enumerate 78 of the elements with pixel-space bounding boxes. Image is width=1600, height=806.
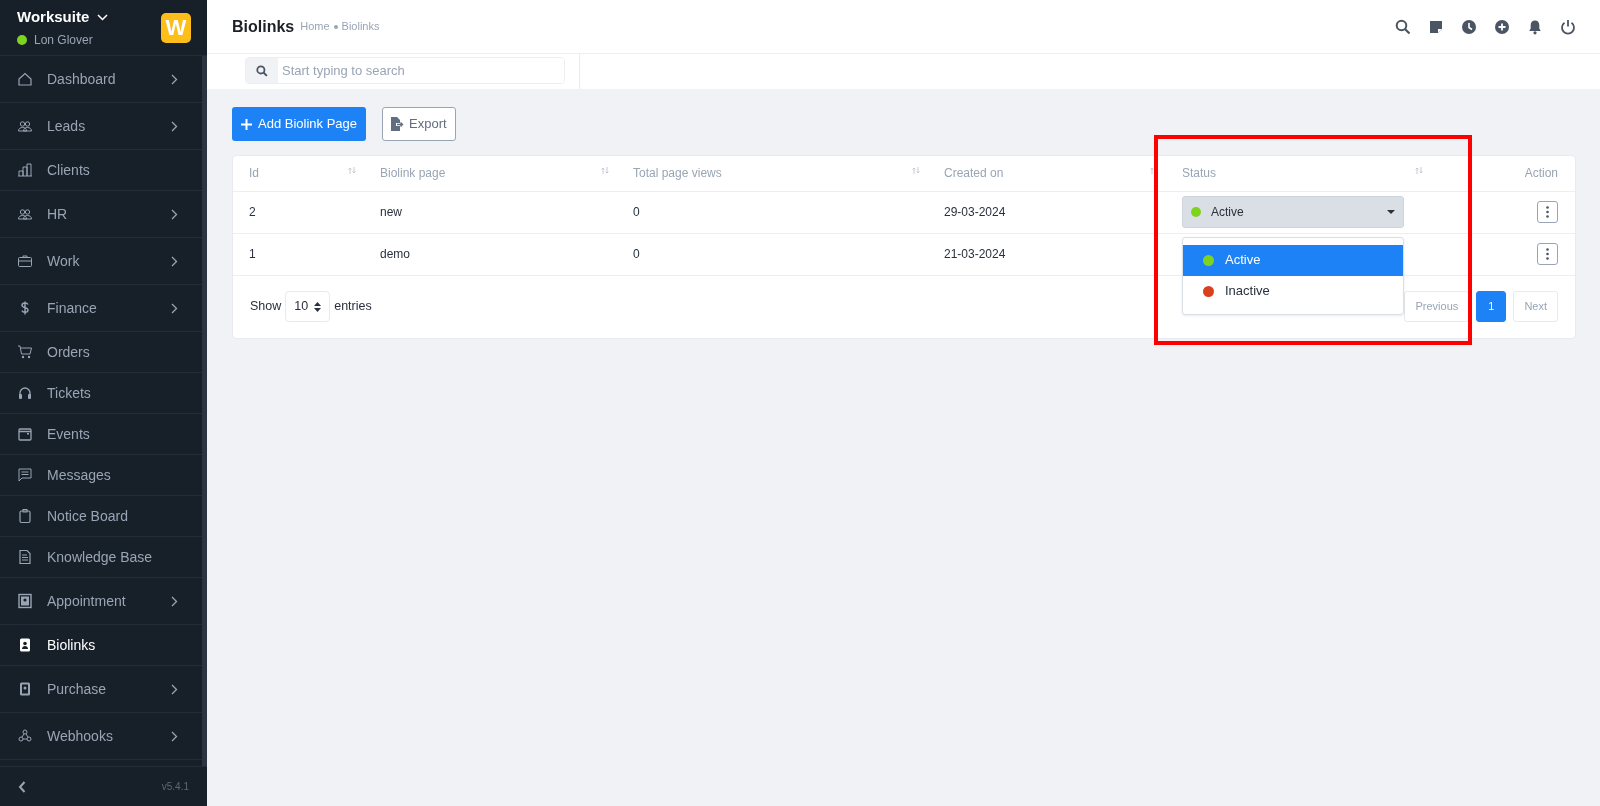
bell-icon[interactable] [1527,18,1543,35]
sidebar-item[interactable]: HR [0,191,202,238]
sidebar-item[interactable]: Leads [0,103,202,150]
sidebar-item[interactable]: Dashboard [0,56,202,103]
sidebar-item[interactable]: Tickets [0,373,202,414]
more-options-button[interactable] [1537,243,1558,265]
dropdown-item[interactable]: Inactive [1183,275,1403,307]
kebab-menu-icon [1546,248,1549,260]
chevron-right-icon [171,208,178,220]
portrait-icon [17,593,33,609]
sidebar-item[interactable]: Knowledge Base [0,537,202,578]
portrait-icon [17,681,33,697]
chevron-right-icon [171,120,178,132]
document-icon [17,549,33,565]
calendar-icon [17,426,33,442]
home-icon [17,71,33,87]
table-cell: demo [380,247,411,261]
table-cell: 1 [249,247,256,261]
headset-icon [17,385,33,401]
sidebar-item[interactable]: Purchase [0,666,202,713]
search-icon[interactable] [1395,18,1411,35]
portrait-icon [17,637,33,653]
sidebar-item[interactable]: Finance [0,285,202,332]
sidebar-item[interactable]: Work [0,238,202,285]
sidebar-item[interactable]: Notice Board [0,496,202,537]
sidebar-item[interactable]: Messages [0,455,202,496]
briefcase-icon [17,253,33,269]
chevron-right-icon [171,730,178,742]
table-cell: 29-03-2024 [944,205,1006,219]
sidebar-item[interactable]: Events [0,414,202,455]
page-length-select[interactable]: 10 [285,291,331,322]
sort-caret-icon [314,301,322,312]
chevron-right-icon [171,302,178,314]
table-cell: new [380,205,402,219]
kebab-menu-icon [1546,206,1549,218]
table-cell: 0 [633,205,640,219]
chat-icon [17,467,33,483]
company-name[interactable]: Worksuite [17,5,90,29]
chevron-right-icon [171,683,178,695]
breadcrumb-separator [333,24,338,29]
page-button[interactable]: 1 [1476,291,1507,322]
version-text: v5.4.1 [161,780,189,794]
show-label: Show [250,298,282,316]
sidebar-item[interactable]: Webhooks [0,713,202,760]
sidebar-item[interactable]: Appointment [0,578,202,625]
export-button[interactable]: Export [382,107,456,141]
table-cell: 21-03-2024 [944,247,1006,261]
sidebar-item[interactable]: Clients [0,150,202,191]
people-icon [17,206,33,222]
search-icon [256,64,268,77]
plus-icon [241,118,252,130]
add-button[interactable]: Add Biolink Page [232,107,366,141]
dropdown-item[interactable]: Active [1183,244,1403,276]
add-icon[interactable] [1494,18,1510,35]
chevron-right-icon [171,595,178,607]
table-cell: 0 [633,247,640,261]
entries-label: entries [334,298,372,316]
chevron-right-icon [171,255,178,267]
more-options-button[interactable] [1537,201,1558,223]
status-select[interactable]: Active [1182,196,1404,228]
sticky-note-icon[interactable] [1428,18,1444,35]
user-name: Lon Glover [34,32,93,50]
table-cell: 2 [249,205,256,219]
sidebar-item[interactable]: Biolinks [0,625,202,666]
collapse-icon[interactable] [18,780,26,793]
people-icon [17,118,33,134]
nodes-icon [17,728,33,744]
chevron-right-icon [171,73,178,85]
search-field[interactable]: Start typing to search [245,57,565,84]
power-icon[interactable] [1560,18,1576,35]
cart-icon [17,344,33,360]
page-title: Biolinks [232,16,295,37]
clock-icon[interactable] [1461,18,1477,35]
chevron-down-icon[interactable] [97,13,109,21]
file-export-icon [391,117,404,131]
clipboard-icon [17,508,33,524]
sidebar-item[interactable]: Orders [0,332,202,373]
building-icon [17,162,33,178]
